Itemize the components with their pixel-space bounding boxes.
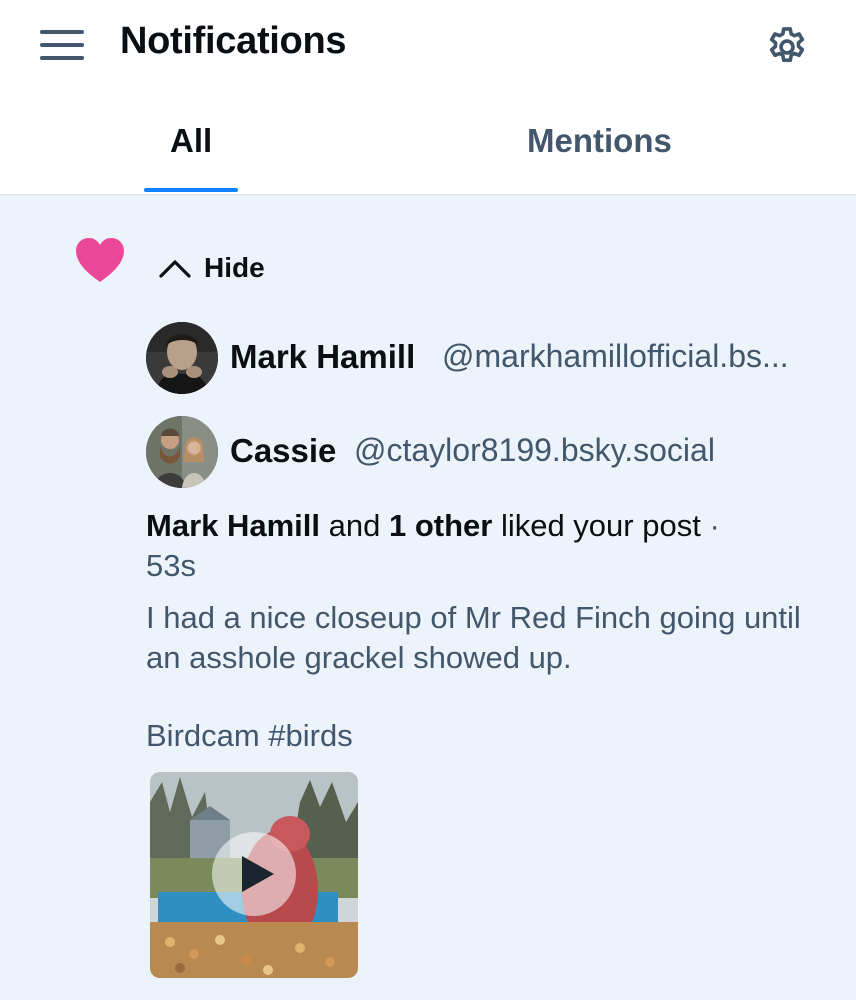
notification-summary: Mark Hamill and 1 other liked your post … <box>146 506 826 586</box>
chevron-up-icon <box>159 260 191 278</box>
notification-tabs: All Mentions <box>0 92 856 286</box>
user-handle: @ctaylor8199.bsky.social <box>354 432 715 468</box>
summary-action: liked your post <box>492 508 701 543</box>
notification-separator <box>0 194 856 204</box>
heart-icon <box>76 238 124 282</box>
tab-all[interactable]: All <box>140 92 242 194</box>
hamburger-menu-icon[interactable] <box>40 28 84 62</box>
user-name: Mark Hamill <box>230 338 416 375</box>
tab-mentions[interactable]: Mentions <box>500 92 720 194</box>
gear-icon[interactable] <box>764 24 810 70</box>
tab-selected-indicator <box>144 188 238 192</box>
liker-row[interactable]: Cassie @ctaylor8199.bsky.social <box>146 416 836 490</box>
summary-conjunction: and <box>320 508 389 543</box>
play-icon <box>242 856 274 892</box>
summary-others[interactable]: 1 other <box>389 508 492 543</box>
tab-mentions-label: Mentions <box>527 122 672 159</box>
post-text[interactable]: I had a nice closeup of Mr Red Finch goi… <box>146 598 836 678</box>
page-title: Notifications <box>120 20 347 62</box>
summary-separator: · <box>700 508 720 543</box>
user-name: Cassie <box>230 432 337 469</box>
liker-row[interactable]: Mark Hamill @markhamillofficial.bs... <box>146 322 836 396</box>
video-thumbnail[interactable] <box>150 772 358 978</box>
timestamp: 53s <box>146 548 196 583</box>
summary-actor[interactable]: Mark Hamill <box>146 508 320 543</box>
hide-toggle-button[interactable]: Hide <box>158 248 265 288</box>
tab-all-label: All <box>170 122 213 159</box>
top-bar: Notifications <box>0 0 856 92</box>
avatar[interactable] <box>146 416 218 488</box>
hide-toggle-label: Hide <box>204 252 265 283</box>
play-button[interactable] <box>212 832 296 916</box>
avatar[interactable] <box>146 322 218 394</box>
like-notification[interactable]: Hide Mark Hamill @markhamillofficial.bs.… <box>0 194 856 1000</box>
user-handle: @markhamillofficial.bs... <box>442 338 789 374</box>
post-caption[interactable]: Birdcam #birds <box>146 718 353 754</box>
